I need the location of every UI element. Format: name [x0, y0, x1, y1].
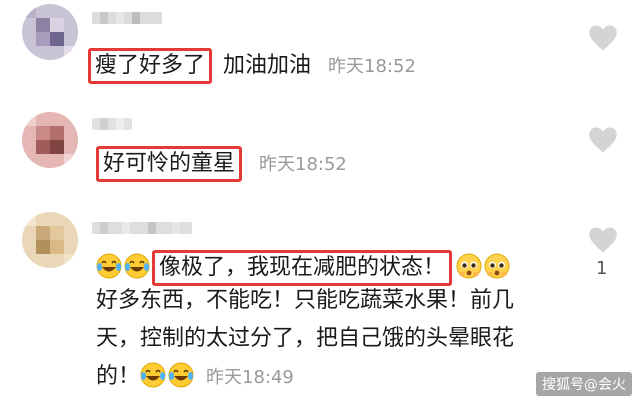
username-blurred[interactable]: [92, 12, 162, 24]
pleading-emoji: [456, 253, 482, 279]
timestamp: 昨天18:49: [206, 367, 294, 388]
avatar[interactable]: [22, 4, 78, 60]
avatar[interactable]: [22, 212, 78, 268]
like-count: 1: [596, 258, 608, 279]
username-blurred[interactable]: [92, 118, 132, 130]
comment-text-line: 的！ 昨天18:49: [96, 360, 294, 395]
tears-of-joy-emoji: [124, 253, 150, 279]
avatar[interactable]: [22, 112, 78, 168]
highlighted-text: 像极了，我现在减肥的状态！: [152, 250, 453, 286]
highlighted-text: 瘦了好多了: [88, 48, 213, 84]
comment-text: 像极了，我现在减肥的状态！: [96, 250, 512, 286]
tears-of-joy-emoji: [168, 362, 194, 388]
timestamp: 昨天18:52: [259, 154, 347, 175]
timestamp: 昨天18:52: [328, 56, 416, 77]
comment-text: 瘦了好多了 加油加油 昨天18:52: [88, 48, 416, 84]
heart-outline-icon[interactable]: [588, 24, 618, 52]
tears-of-joy-emoji: [96, 253, 122, 279]
username-blurred[interactable]: [92, 222, 192, 234]
watermark: 搜狐号@会火: [536, 372, 632, 396]
heart-outline-icon[interactable]: [588, 126, 618, 154]
comment-text: 好可怜的童星 昨天18:52: [96, 146, 347, 182]
pleading-emoji: [484, 253, 510, 279]
comment-text-line: 天，控制的太过分了，把自己饿的头晕眼花: [96, 326, 515, 351]
comment-text-end: 的！: [96, 364, 141, 389]
highlighted-text: 好可怜的童星: [96, 146, 243, 182]
heart-outline-icon[interactable]: [588, 226, 618, 254]
tears-of-joy-emoji: [140, 362, 166, 388]
comment-text-rest: 加油加油: [223, 53, 312, 78]
comment-text-line: 好多东西，不能吃！只能吃蔬菜水果！前几: [96, 288, 515, 313]
